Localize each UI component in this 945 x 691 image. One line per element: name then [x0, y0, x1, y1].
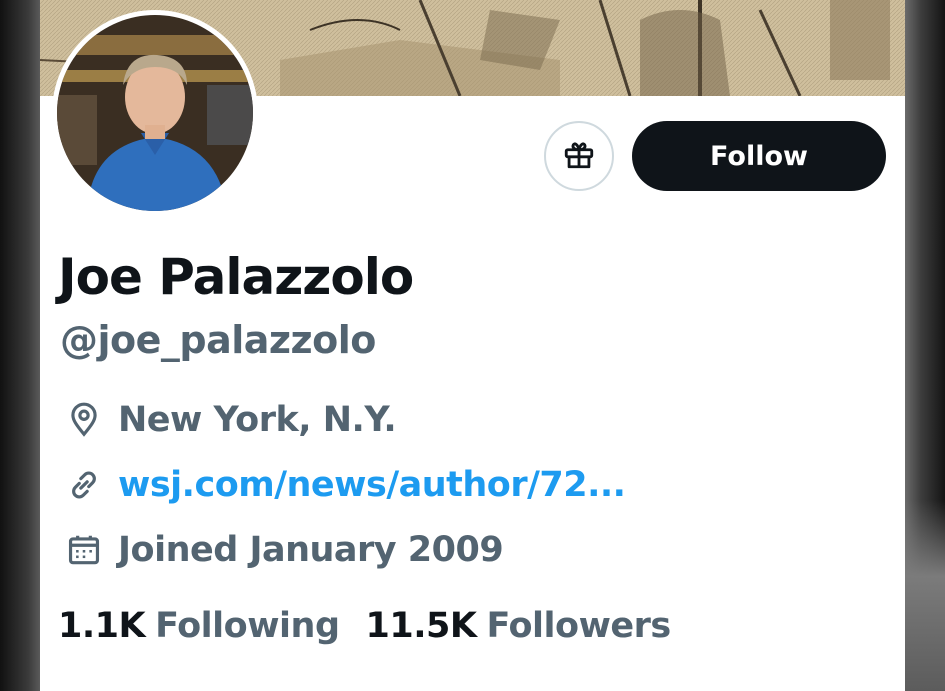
following-count: 1.1K	[58, 606, 146, 646]
link-icon	[64, 465, 104, 505]
followers-link[interactable]: 11.5K Followers	[365, 606, 672, 646]
profile-card: Follow Joe Palazzolo @joe_palazzolo New …	[40, 0, 905, 691]
location-row: New York, N.Y.	[64, 400, 397, 440]
gift-button[interactable]	[544, 121, 614, 191]
calendar-icon	[64, 530, 104, 570]
location-pin-icon	[64, 400, 104, 440]
joined-text: Joined January 2009	[118, 530, 504, 570]
follow-button[interactable]: Follow	[632, 121, 886, 191]
website-link[interactable]: wsj.com/news/author/72...	[118, 465, 626, 505]
joined-row: Joined January 2009	[64, 530, 504, 570]
background-left	[0, 0, 40, 691]
profile-handle: @joe_palazzolo	[60, 318, 376, 362]
profile-name: Joe Palazzolo	[58, 248, 414, 306]
profile-stats: 1.1K Following 11.5K Followers	[58, 606, 697, 646]
following-label: Following	[155, 606, 340, 646]
followers-count: 11.5K	[365, 606, 477, 646]
avatar[interactable]	[52, 10, 258, 216]
gift-icon	[562, 137, 596, 176]
following-link[interactable]: 1.1K Following	[58, 606, 340, 646]
website-row: wsj.com/news/author/72...	[64, 465, 626, 505]
background-right	[905, 0, 945, 691]
location-text: New York, N.Y.	[118, 400, 397, 440]
followers-label: Followers	[486, 606, 672, 646]
